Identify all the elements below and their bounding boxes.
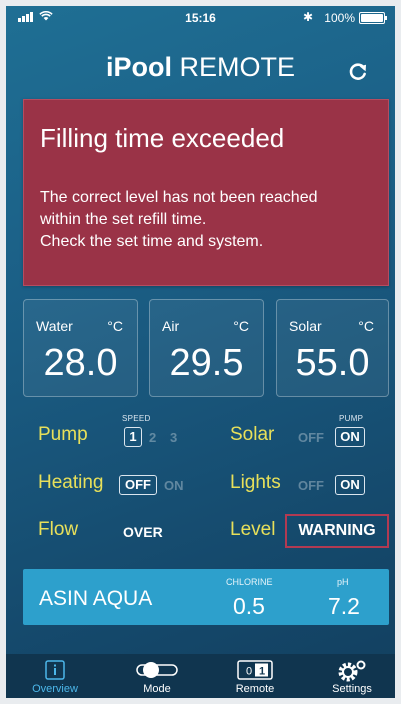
pump-speed-3-button[interactable]: 3 <box>170 430 177 445</box>
heating-off-button[interactable]: OFF <box>119 475 157 495</box>
chlorine-value: 0.5 <box>233 593 265 619</box>
temp-name: Solar <box>289 318 322 334</box>
flow-status: OVER <box>123 524 163 540</box>
solar-pump-caption: PUMP <box>339 414 364 423</box>
gear-icon <box>338 660 366 682</box>
svg-text:1: 1 <box>259 666 265 678</box>
app-brand: iPool <box>105 52 172 82</box>
app-title: iPool REMOTE <box>6 52 395 83</box>
refresh-icon[interactable] <box>347 60 369 82</box>
tab-settings[interactable]: Settings <box>312 654 392 698</box>
alert-line: Check the set time and system. <box>40 233 264 250</box>
tab-label: Overview <box>32 683 78 695</box>
water-quality-name: ASIN AQUA <box>39 587 153 610</box>
toggle-icon <box>136 662 178 678</box>
speed-caption: SPEED <box>122 414 151 423</box>
ph-label: pH <box>337 577 349 587</box>
battery-icon <box>359 12 387 24</box>
info-icon <box>45 660 65 680</box>
lights-on-button[interactable]: ON <box>335 475 365 495</box>
temp-name: Air <box>162 318 180 334</box>
pump-label: Pump <box>38 424 88 445</box>
alert-title: Filling time exceeded <box>40 123 285 153</box>
chlorine-label: CHLORINE <box>226 577 273 587</box>
level-warning-badge: WARNING <box>285 514 389 548</box>
temp-unit: °C <box>358 318 374 334</box>
air-temp-card: Air °C 29.5 <box>149 299 264 397</box>
temp-value: 28.0 <box>43 342 118 384</box>
pump-speed-2-button[interactable]: 2 <box>149 430 156 445</box>
heating-label: Heating <box>38 472 104 493</box>
tab-label: Mode <box>143 683 171 695</box>
tab-bar: Overview Mode 0 1 Remote Settings <box>6 654 395 698</box>
app-subtitle: REMOTE <box>179 52 296 82</box>
battery-percent: 100% <box>324 11 355 25</box>
tab-overview[interactable]: Overview <box>16 654 94 698</box>
water-quality-bar[interactable]: ASIN AQUA CHLORINE 0.5 pH 7.2 <box>23 569 389 625</box>
bluetooth-icon: ✱ <box>302 10 313 24</box>
alert-line: The correct level has not been reached <box>40 189 318 206</box>
flow-label: Flow <box>38 519 79 540</box>
temp-value: 55.0 <box>295 342 370 384</box>
solar-on-button[interactable]: ON <box>335 427 365 447</box>
tab-label: Remote <box>235 683 275 695</box>
alert-message: The correct level has not been reached w… <box>40 187 375 253</box>
tab-remote[interactable]: 0 1 Remote <box>216 654 294 698</box>
svg-text:0: 0 <box>246 666 252 678</box>
status-bar: 15:16 ✱ 100% <box>6 6 395 30</box>
tab-label: Settings <box>332 683 372 695</box>
solar-off-button[interactable]: OFF <box>298 430 324 445</box>
temp-name: Water <box>36 318 73 334</box>
lights-label: Lights <box>230 472 281 493</box>
alert-line: within the set refill time. <box>40 211 207 228</box>
solar-label: Solar <box>230 424 275 445</box>
alert-panel: Filling time exceeded The correct level … <box>23 99 389 286</box>
ph-value: 7.2 <box>328 593 360 619</box>
app-screen: 15:16 ✱ 100% iPool REMOTE Filling time e… <box>6 6 395 698</box>
heating-on-button[interactable]: ON <box>164 478 184 493</box>
temp-value: 29.5 <box>169 342 244 384</box>
level-label: Level <box>230 519 276 540</box>
tab-mode[interactable]: Mode <box>118 654 196 698</box>
water-temp-card: Water °C 28.0 <box>23 299 138 397</box>
lights-off-button[interactable]: OFF <box>298 478 324 493</box>
temp-unit: °C <box>107 318 123 334</box>
solar-temp-card: Solar °C 55.0 <box>276 299 389 397</box>
pump-speed-1-button[interactable]: 1 <box>124 427 142 447</box>
switch-icon: 0 1 <box>237 660 273 680</box>
temp-unit: °C <box>233 318 249 334</box>
